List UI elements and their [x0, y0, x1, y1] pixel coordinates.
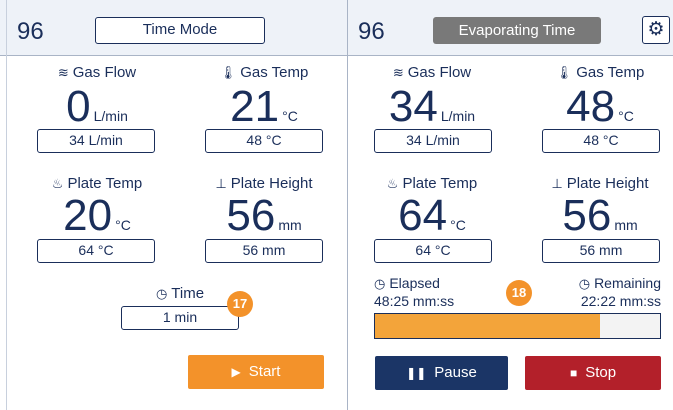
- clock-icon: ◷: [155, 286, 168, 301]
- right-plate-height-unit: mm: [614, 217, 638, 233]
- panel-divider: [347, 0, 348, 410]
- callout-badge-18: 18: [506, 280, 532, 306]
- status-label: Evaporating Time: [433, 17, 601, 44]
- left-gas-temp-value: 21: [230, 82, 280, 131]
- gas-flow-icon: ≋: [57, 65, 69, 80]
- right-gas-flow-reading: 34 L/min: [352, 84, 512, 130]
- stop-label: Stop: [585, 364, 617, 381]
- stop-button[interactable]: ■ Stop: [525, 356, 661, 390]
- left-gas-flow-unit: L/min: [93, 108, 128, 124]
- right-gas-temp-reading: 48 °C: [520, 84, 673, 130]
- height-icon: ⊥: [551, 176, 563, 191]
- left-plate-height-reading: 56 mm: [184, 193, 344, 239]
- left-gas-temp-title: 🌡 Gas Temp: [219, 64, 309, 81]
- right-gas-flow-unit: L/min: [440, 108, 476, 124]
- right-plate-temp-setpoint[interactable]: 64 °C: [374, 239, 492, 263]
- remaining-title: ◷ Remaining: [578, 275, 661, 291]
- start-label: Start: [248, 363, 281, 380]
- right-plate-temp-value: 64: [398, 191, 448, 240]
- thermometer-icon: 🌡: [555, 65, 573, 80]
- left-plate-height-value: 56: [226, 191, 276, 240]
- right-plate-height-reading: 56 mm: [520, 193, 673, 239]
- stop-icon: ■: [569, 366, 578, 380]
- right-plate-temp-unit: °C: [450, 217, 466, 233]
- remaining-value: 22:22 mm:ss: [580, 293, 661, 309]
- elapsed-value: 48:25 mm:ss: [374, 293, 455, 309]
- elapsed-title: ◷ Elapsed: [374, 275, 440, 291]
- left-gas-flow-value: 0: [66, 82, 91, 131]
- time-setpoint[interactable]: 1 min: [121, 306, 239, 330]
- heat-icon: ♨: [386, 176, 399, 191]
- left-gas-temp-reading: 21 °C: [184, 84, 344, 130]
- right-gas-flow-value: 34: [388, 82, 438, 131]
- settings-button[interactable]: ⚙: [642, 16, 670, 44]
- right-plate-temp-title: ♨ Plate Temp: [386, 175, 478, 192]
- right-plate-temp-reading: 64 °C: [352, 193, 512, 239]
- height-icon: ⊥: [215, 176, 227, 191]
- play-icon: ▶: [231, 365, 241, 379]
- left-gas-flow-setpoint[interactable]: 34 L/min: [37, 129, 155, 153]
- right-plate-height-value: 56: [562, 191, 612, 240]
- left-plate-temp-reading: 20 °C: [17, 193, 177, 239]
- evaporator-screen: 96 Time Mode 96 Evaporating Time ⚙ ≋ Gas …: [0, 0, 673, 410]
- left-plate-height-title: ⊥ Plate Height: [215, 175, 313, 192]
- pause-button[interactable]: ❚❚ Pause: [375, 356, 508, 390]
- right-unit-id: 96: [358, 18, 385, 45]
- heat-icon: ♨: [51, 176, 64, 191]
- left-plate-temp-title: ♨ Plate Temp: [51, 175, 143, 192]
- right-plate-height-setpoint[interactable]: 56 mm: [542, 239, 660, 263]
- pause-label: Pause: [434, 364, 477, 381]
- left-unit-id: 96: [17, 18, 44, 45]
- right-gas-temp-setpoint[interactable]: 48 °C: [542, 129, 660, 153]
- left-gas-temp-setpoint[interactable]: 48 °C: [205, 129, 323, 153]
- callout-badge-17: 17: [227, 291, 253, 317]
- gas-flow-icon: ≋: [392, 65, 404, 80]
- left-gas-temp-unit: °C: [282, 108, 298, 124]
- left-plate-height-setpoint[interactable]: 56 mm: [205, 239, 323, 263]
- gear-icon: ⚙: [647, 19, 665, 40]
- thermometer-icon: 🌡: [219, 65, 237, 80]
- left-gas-flow-title: ≋ Gas Flow: [57, 64, 137, 81]
- right-gas-temp-title: 🌡 Gas Temp: [555, 64, 645, 81]
- right-gas-flow-title: ≋ Gas Flow: [392, 64, 472, 81]
- right-gas-temp-unit: °C: [618, 108, 634, 124]
- left-plate-temp-unit: °C: [115, 217, 131, 233]
- clock-icon: ◷: [374, 276, 386, 291]
- left-gas-flow-reading: 0 L/min: [17, 84, 177, 130]
- left-plate-height-unit: mm: [278, 217, 302, 233]
- progress-fill: [375, 314, 601, 338]
- pause-icon: ❚❚: [406, 366, 427, 380]
- right-gas-flow-setpoint[interactable]: 34 L/min: [374, 129, 492, 153]
- clock-icon: ◷: [578, 276, 591, 291]
- left-plate-temp-value: 20: [63, 191, 113, 240]
- left-plate-temp-setpoint[interactable]: 64 °C: [37, 239, 155, 263]
- right-plate-height-title: ⊥ Plate Height: [551, 175, 649, 192]
- top-bar-divider: [0, 55, 673, 56]
- time-mode-button[interactable]: Time Mode: [95, 17, 265, 44]
- left-edge-divider: [6, 0, 7, 410]
- progress-bar: [374, 313, 661, 339]
- start-button[interactable]: ▶ Start: [188, 355, 324, 389]
- right-gas-temp-value: 48: [566, 82, 616, 131]
